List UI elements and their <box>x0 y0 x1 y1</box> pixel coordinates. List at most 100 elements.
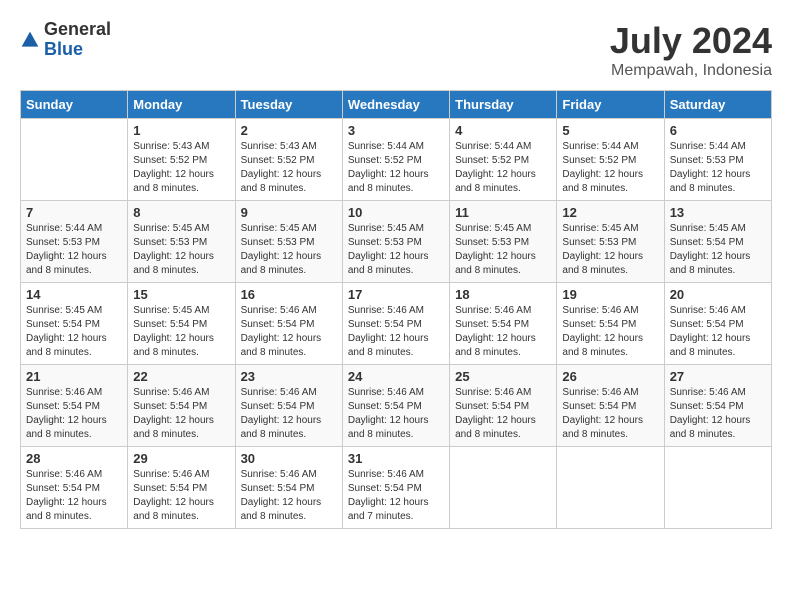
daylight-text-cont: and 8 minutes. <box>26 347 92 358</box>
day-info: Sunrise: 5:44 AMSunset: 5:52 PMDaylight:… <box>348 140 444 196</box>
daylight-text-cont: and 8 minutes. <box>133 265 199 276</box>
daylight-text: Daylight: 12 hours <box>670 333 751 344</box>
sunset-text: Sunset: 5:54 PM <box>348 319 422 330</box>
daylight-text: Daylight: 12 hours <box>26 415 107 426</box>
daylight-text: Daylight: 12 hours <box>348 169 429 180</box>
daylight-text-cont: and 8 minutes. <box>241 429 307 440</box>
sunset-text: Sunset: 5:54 PM <box>26 319 100 330</box>
sunrise-text: Sunrise: 5:46 AM <box>26 387 102 398</box>
day-info: Sunrise: 5:46 AMSunset: 5:54 PMDaylight:… <box>455 386 551 442</box>
table-row: 25Sunrise: 5:46 AMSunset: 5:54 PMDayligh… <box>450 365 557 447</box>
table-row: 17Sunrise: 5:46 AMSunset: 5:54 PMDayligh… <box>342 283 449 365</box>
sunset-text: Sunset: 5:54 PM <box>133 319 207 330</box>
day-info: Sunrise: 5:46 AMSunset: 5:54 PMDaylight:… <box>562 386 658 442</box>
daylight-text: Daylight: 12 hours <box>241 251 322 262</box>
logo: General Blue <box>20 20 111 60</box>
daylight-text-cont: and 8 minutes. <box>348 265 414 276</box>
col-thursday: Thursday <box>450 91 557 119</box>
sunset-text: Sunset: 5:53 PM <box>133 237 207 248</box>
day-info: Sunrise: 5:45 AMSunset: 5:53 PMDaylight:… <box>562 222 658 278</box>
calendar-table: Sunday Monday Tuesday Wednesday Thursday… <box>20 90 772 529</box>
day-number: 21 <box>26 369 122 384</box>
sunrise-text: Sunrise: 5:45 AM <box>562 223 638 234</box>
table-row <box>21 119 128 201</box>
sunset-text: Sunset: 5:54 PM <box>241 483 315 494</box>
sunrise-text: Sunrise: 5:46 AM <box>670 387 746 398</box>
sunrise-text: Sunrise: 5:45 AM <box>670 223 746 234</box>
daylight-text-cont: and 8 minutes. <box>26 265 92 276</box>
page-header: General Blue July 2024 Mempawah, Indones… <box>20 20 772 80</box>
day-number: 29 <box>133 451 229 466</box>
day-info: Sunrise: 5:46 AMSunset: 5:54 PMDaylight:… <box>562 304 658 360</box>
calendar-header-row: Sunday Monday Tuesday Wednesday Thursday… <box>21 91 772 119</box>
calendar-week-row: 21Sunrise: 5:46 AMSunset: 5:54 PMDayligh… <box>21 365 772 447</box>
table-row: 1Sunrise: 5:43 AMSunset: 5:52 PMDaylight… <box>128 119 235 201</box>
day-info: Sunrise: 5:45 AMSunset: 5:53 PMDaylight:… <box>455 222 551 278</box>
sunset-text: Sunset: 5:54 PM <box>241 401 315 412</box>
table-row: 16Sunrise: 5:46 AMSunset: 5:54 PMDayligh… <box>235 283 342 365</box>
day-number: 7 <box>26 205 122 220</box>
sunset-text: Sunset: 5:52 PM <box>133 155 207 166</box>
sunrise-text: Sunrise: 5:46 AM <box>455 387 531 398</box>
sunrise-text: Sunrise: 5:46 AM <box>241 469 317 480</box>
table-row: 27Sunrise: 5:46 AMSunset: 5:54 PMDayligh… <box>664 365 771 447</box>
table-row: 29 Sunrise: 5:46 AMSunset: 5:54 PMDayligh… <box>128 447 235 529</box>
daylight-text-cont: and 8 minutes. <box>241 511 307 522</box>
table-row: 7 Sunrise: 5:44 AMSunset: 5:53 PMDaylight… <box>21 201 128 283</box>
day-info: Sunrise: 5:46 AMSunset: 5:54 PMDaylight:… <box>670 304 766 360</box>
day-number: 6 <box>670 123 766 138</box>
sunset-text: Sunset: 5:54 PM <box>348 401 422 412</box>
day-info: Sunrise: 5:44 AMSunset: 5:53 PMDaylight:… <box>26 222 122 278</box>
table-row: 22Sunrise: 5:46 AMSunset: 5:54 PMDayligh… <box>128 365 235 447</box>
daylight-text-cont: and 8 minutes. <box>670 265 736 276</box>
day-number: 5 <box>562 123 658 138</box>
sunset-text: Sunset: 5:54 PM <box>562 319 636 330</box>
table-row: 6Sunrise: 5:44 AMSunset: 5:53 PMDaylight… <box>664 119 771 201</box>
sunrise-text: Sunrise: 5:45 AM <box>26 305 102 316</box>
day-info: Sunrise: 5:43 AMSunset: 5:52 PMDaylight:… <box>241 140 337 196</box>
daylight-text-cont: and 8 minutes. <box>133 429 199 440</box>
table-row: 11Sunrise: 5:45 AMSunset: 5:53 PMDayligh… <box>450 201 557 283</box>
sunrise-text: Sunrise: 5:44 AM <box>26 223 102 234</box>
sunrise-text: Sunrise: 5:46 AM <box>562 305 638 316</box>
day-info: Sunrise: 5:46 AMSunset: 5:54 PMDaylight:… <box>348 468 444 524</box>
sunset-text: Sunset: 5:54 PM <box>241 319 315 330</box>
daylight-text: Daylight: 12 hours <box>241 169 322 180</box>
day-info: Sunrise: 5:46 AMSunset: 5:54 PMDaylight:… <box>670 386 766 442</box>
day-number: 31 <box>348 451 444 466</box>
day-number: 10 <box>348 205 444 220</box>
calendar-week-row: 14Sunrise: 5:45 AMSunset: 5:54 PMDayligh… <box>21 283 772 365</box>
daylight-text: Daylight: 12 hours <box>562 415 643 426</box>
title-block: July 2024 Mempawah, Indonesia <box>610 20 772 80</box>
daylight-text: Daylight: 12 hours <box>26 497 107 508</box>
day-number: 23 <box>241 369 337 384</box>
daylight-text-cont: and 8 minutes. <box>241 347 307 358</box>
logo-text: General Blue <box>44 20 111 60</box>
sunrise-text: Sunrise: 5:46 AM <box>26 469 102 480</box>
daylight-text: Daylight: 12 hours <box>133 251 214 262</box>
daylight-text-cont: and 8 minutes. <box>348 347 414 358</box>
day-info: Sunrise: 5:45 AM Sunset: 5:53 PM Daylight:… <box>241 222 337 278</box>
sunset-text: Sunset: 5:54 PM <box>26 483 100 494</box>
table-row <box>664 447 771 529</box>
sunrise-text: Sunrise: 5:45 AM <box>241 223 317 234</box>
day-number: 30 <box>241 451 337 466</box>
table-row <box>450 447 557 529</box>
daylight-text: Daylight: 12 hours <box>26 333 107 344</box>
day-info: Sunrise: 5:46 AMSunset: 5:54 PMDaylight:… <box>133 468 229 524</box>
daylight-text-cont: and 8 minutes. <box>26 429 92 440</box>
sunset-text: Sunset: 5:54 PM <box>133 401 207 412</box>
logo-general: General <box>44 20 111 40</box>
sunset-text: Sunset: 5:54 PM <box>455 319 529 330</box>
sunrise-text: Sunrise: 5:46 AM <box>670 305 746 316</box>
daylight-text: Daylight: 12 hours <box>670 169 751 180</box>
sunset-text: Sunset: 5:52 PM <box>562 155 636 166</box>
sunset-text: Sunset: 5:53 PM <box>241 237 315 248</box>
daylight-text: Daylight: 12 hours <box>455 415 536 426</box>
day-info: Sunrise: 5:46 AM Sunset: 5:54 PM Daylight:… <box>241 468 337 524</box>
daylight-text: Daylight: 12 hours <box>133 333 214 344</box>
daylight-text: Daylight: 12 hours <box>241 497 322 508</box>
sunrise-text: Sunrise: 5:45 AM <box>133 223 209 234</box>
sunrise-text: Sunrise: 5:46 AM <box>133 469 209 480</box>
sunrise-text: Sunrise: 5:46 AM <box>241 387 317 398</box>
